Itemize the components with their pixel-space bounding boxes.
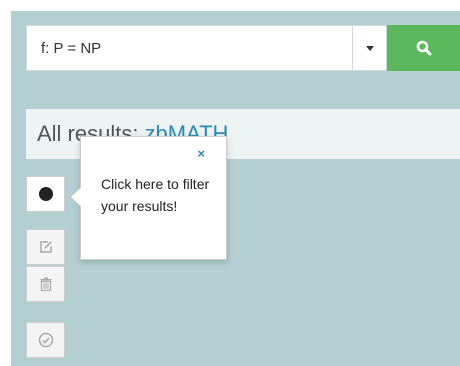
edit-icon <box>39 241 52 253</box>
check-button[interactable] <box>26 322 65 358</box>
check-circle-icon <box>38 332 53 348</box>
popover-text: Click here to filter your results! <box>101 176 210 214</box>
dot-icon <box>38 187 53 201</box>
filter-toggle-button[interactable] <box>26 176 65 212</box>
caret-down-icon <box>365 45 374 51</box>
delete-button[interactable] <box>26 266 65 302</box>
trash-icon <box>40 277 51 291</box>
search-options-dropdown[interactable] <box>352 25 387 71</box>
popover-close-button[interactable]: × <box>197 147 205 160</box>
filter-tooltip-popover: × Click here to filter your results! <box>71 136 227 260</box>
search-bar <box>26 25 460 71</box>
search-button[interactable] <box>387 25 460 71</box>
popover-arrow <box>71 188 81 206</box>
search-icon <box>416 40 431 56</box>
edit-button[interactable] <box>26 229 65 265</box>
search-input[interactable] <box>26 25 352 71</box>
